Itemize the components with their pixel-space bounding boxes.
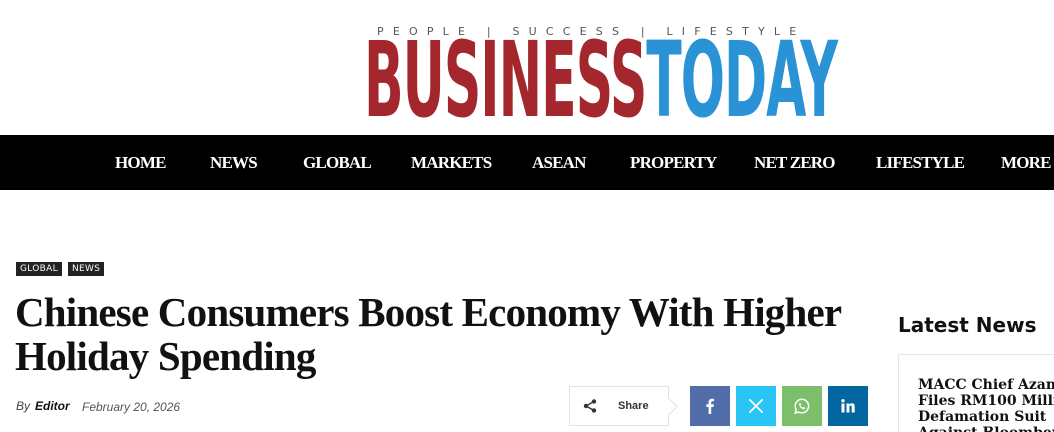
x-share-button[interactable] [736,386,776,426]
latest-news-heading: Latest News [898,313,1037,337]
article-title: Chinese Consumers Boost Economy With Hig… [15,289,841,379]
nav-item-global[interactable]: GLOBAL [303,135,372,190]
nav-item-asean[interactable]: ASEAN [532,135,586,190]
share-button[interactable]: Share [569,386,669,426]
latest-news-item-title[interactable]: MACC Chief Azam Files RM100 Million Defa… [918,377,1054,432]
nav-item-markets[interactable]: MARKETS [411,135,492,190]
nav-item-more[interactable]: MORE▼ [1001,135,1054,190]
share-icon [583,399,597,413]
x-icon [749,399,763,413]
whatsapp-icon [794,398,810,414]
facebook-share-button[interactable] [690,386,730,426]
site-logo[interactable]: BUSINESSTODAY [364,28,838,132]
nav-item-news[interactable]: NEWS [210,135,258,190]
latest-news-item[interactable]: MACC Chief Azam Files RM100 Million Defa… [898,354,1054,432]
nav-item-lifestyle[interactable]: LIFESTYLE [876,135,965,190]
category-tag-news[interactable]: NEWS [68,262,105,276]
logo-word-today: TODAY [646,19,838,141]
linkedin-share-button[interactable] [828,386,868,426]
author-link[interactable]: Editor [35,399,70,413]
publish-date: February 20, 2026 [82,400,181,414]
logo-word-business: BUSINESS [364,19,647,141]
share-label: Share [618,400,649,412]
facebook-icon [706,398,714,414]
nav-item-home[interactable]: HOME [115,135,166,190]
main-navigation: HOME NEWS GLOBAL MARKETS ASEAN PROPERTY … [0,135,1054,190]
linkedin-icon [841,399,855,413]
nav-item-property[interactable]: PROPERTY [630,135,717,190]
nav-item-net-zero[interactable]: NET ZERO [754,135,835,190]
nav-item-more-label: MORE [1001,153,1051,172]
byline-prefix: By [16,399,31,413]
whatsapp-share-button[interactable] [782,386,822,426]
category-tag-global[interactable]: GLOBAL [16,262,62,276]
